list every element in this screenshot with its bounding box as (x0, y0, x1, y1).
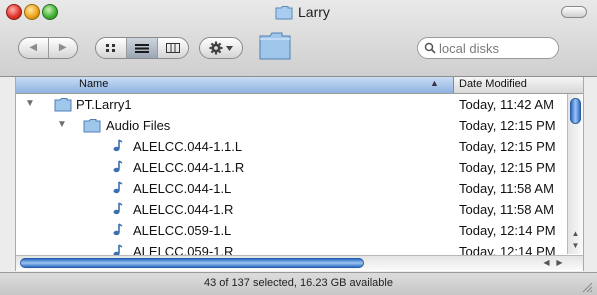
window-title-area: Larry (275, 4, 330, 20)
date-modified: Today, 12:15 PM (459, 139, 556, 154)
file-name: ALELCC.044-1.R (133, 202, 234, 217)
list-item[interactable]: ALELCC.044-1.1.L Today, 12:15 PM (16, 136, 567, 157)
audio-file-icon (113, 139, 123, 152)
icon-view-button[interactable] (96, 38, 127, 58)
gear-icon (209, 41, 223, 55)
scroll-right-icon[interactable]: ▶ (553, 257, 566, 269)
file-name: Audio Files (106, 118, 171, 133)
audio-file-icon (113, 181, 123, 194)
icon-view-icon (106, 44, 115, 52)
search-field[interactable] (417, 37, 559, 59)
file-name: ALELCC.059-1.L (133, 223, 232, 238)
name-column-header[interactable]: Name ▲ (16, 77, 454, 93)
disclosure-triangle-icon[interactable]: ▼ (25, 98, 35, 109)
scroll-down-icon[interactable]: ▼ (568, 240, 583, 252)
title-toolbar: Larry ◀ ▶ (0, 0, 597, 77)
status-bar: 43 of 137 selected, 16.23 GB available (0, 272, 597, 295)
search-icon (424, 42, 436, 54)
window-title: Larry (298, 4, 330, 20)
disclosure-triangle-icon[interactable]: ▼ (57, 119, 67, 130)
date-modified: Today, 12:14 PM (459, 223, 556, 238)
file-name: ALELCC.044-1.1.R (133, 160, 245, 175)
list-item[interactable]: ALELCC.044-1.R Today, 11:58 AM (16, 199, 567, 220)
date-modified: Today, 11:58 AM (459, 202, 554, 217)
column-header: Name ▲ Date Modified (16, 77, 583, 94)
list-view-button[interactable] (127, 38, 158, 58)
list-item[interactable]: ALELCC.059-1.L Today, 12:14 PM (16, 220, 567, 241)
column-view-icon (166, 43, 180, 53)
date-modified: Today, 12:15 PM (459, 160, 556, 175)
path-folder-icon[interactable] (258, 28, 292, 62)
forward-button[interactable]: ▶ (49, 38, 78, 58)
view-mode-group (95, 37, 189, 59)
file-rows: ▼ PT.Larry1 Today, 11:42 AM ▼ Audio File… (16, 94, 567, 262)
finder-window: Larry ◀ ▶ local disks Name ▲ Date Modifi… (0, 0, 597, 295)
horizontal-scrollbar[interactable]: ◀ ▶ (16, 255, 583, 270)
minimize-button[interactable] (24, 4, 40, 20)
scroll-up-icon[interactable]: ▲ (568, 228, 583, 240)
zoom-button[interactable] (42, 4, 58, 20)
toolbar-toggle-button[interactable] (561, 6, 587, 18)
file-name: ALELCC.044-1.L (133, 181, 232, 196)
list-item[interactable]: ALELCC.044-1.1.R Today, 12:15 PM (16, 157, 567, 178)
sort-ascending-icon: ▲ (430, 78, 439, 88)
action-menu-button[interactable] (199, 37, 243, 59)
folder-icon (83, 119, 101, 133)
file-name: ALELCC.044-1.1.L (133, 139, 243, 154)
folder-icon (54, 98, 72, 112)
name-column-label: Name (79, 78, 109, 90)
scroll-left-icon[interactable]: ◀ (540, 257, 553, 269)
audio-file-icon (113, 160, 123, 173)
nav-button-group: ◀ ▶ (18, 37, 78, 59)
column-view-button[interactable] (158, 38, 188, 58)
search-input[interactable] (439, 40, 549, 56)
list-item[interactable]: ▼ Audio Files Today, 12:15 PM (16, 115, 567, 136)
date-column-header[interactable]: Date Modified (459, 78, 527, 90)
horizontal-scroll-thumb[interactable] (20, 258, 364, 268)
folder-icon (275, 5, 293, 19)
resize-grip-icon[interactable] (581, 281, 593, 293)
date-modified: Today, 12:15 PM (459, 118, 556, 133)
list-item[interactable]: ALELCC.044-1.L Today, 11:58 AM (16, 178, 567, 199)
close-button[interactable] (6, 4, 22, 20)
vertical-scroll-thumb[interactable] (570, 98, 581, 124)
status-text: 43 of 137 selected, 16.23 GB available (204, 277, 393, 289)
chevron-down-icon (226, 45, 233, 51)
list-view-icon (135, 44, 149, 53)
list-item[interactable]: ▼ PT.Larry1 Today, 11:42 AM (16, 94, 567, 115)
date-modified: Today, 11:58 AM (459, 181, 554, 196)
vertical-scrollbar[interactable]: ▲ ▼ (567, 94, 583, 254)
audio-file-icon (113, 202, 123, 215)
date-modified: Today, 11:42 AM (459, 97, 554, 112)
file-list: Name ▲ Date Modified ▼ PT.Larry1 Today, … (15, 77, 584, 271)
file-name: PT.Larry1 (76, 97, 132, 112)
audio-file-icon (113, 223, 123, 236)
back-button[interactable]: ◀ (19, 38, 48, 58)
